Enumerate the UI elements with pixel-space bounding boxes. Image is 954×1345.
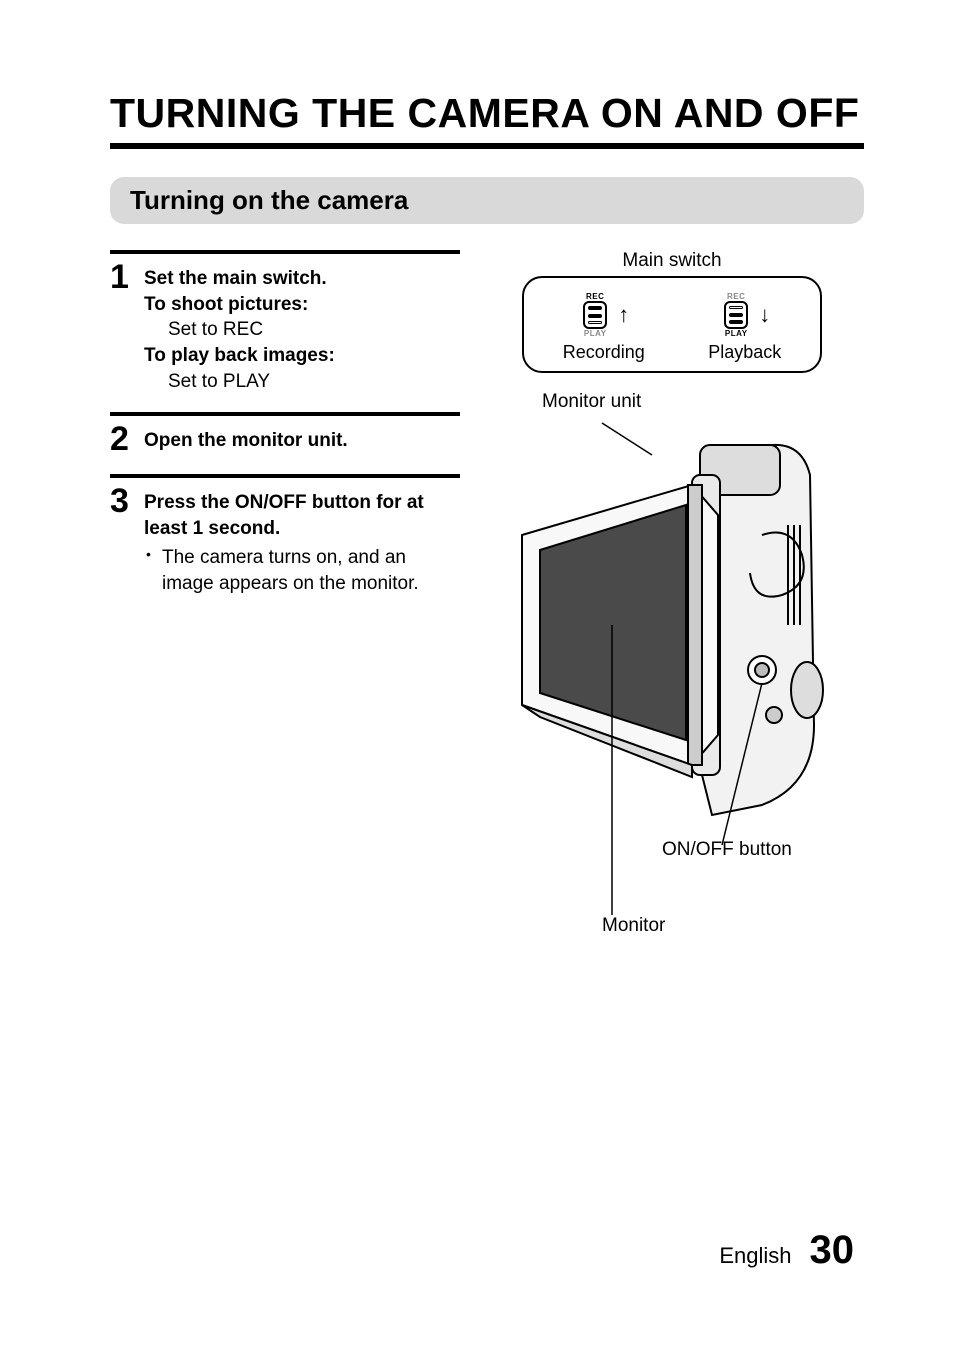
page-title: TURNING THE CAMERA ON AND OFF xyxy=(110,90,864,149)
page-footer: English 30 xyxy=(719,1228,854,1273)
step-3-title: Press the ON/OFF button for at least 1 s… xyxy=(144,490,460,541)
step-number: 1 xyxy=(110,260,134,394)
onoff-button-callout: ON/OFF button xyxy=(662,839,792,861)
step-1-play-label: To play back images: xyxy=(144,343,335,369)
footer-page-number: 30 xyxy=(810,1228,855,1273)
camera-diagram: Monitor unit xyxy=(492,395,852,915)
step-1-shoot-action: Set to REC xyxy=(144,317,335,343)
main-switch-label: Main switch xyxy=(480,250,864,272)
monitor-callout: Monitor xyxy=(602,915,665,937)
switch-playback: REC PLAY ↓ Playback xyxy=(708,292,781,363)
step-1: 1 Set the main switch. To shoot pictures… xyxy=(110,250,460,412)
footer-language: English xyxy=(719,1243,791,1269)
slider-icon xyxy=(583,301,607,329)
playback-caption: Playback xyxy=(708,342,781,363)
step-2-title: Open the monitor unit. xyxy=(144,428,348,454)
rec-label: REC xyxy=(586,292,604,301)
step-number: 2 xyxy=(110,422,134,456)
step-number: 3 xyxy=(110,484,134,597)
step-1-title: Set the main switch. xyxy=(144,266,335,292)
step-3-bullet: The camera turns on, and an image appear… xyxy=(144,545,460,596)
step-1-shoot-label: To shoot pictures: xyxy=(144,292,335,318)
recording-caption: Recording xyxy=(563,342,645,363)
step-1-play-action: Set to PLAY xyxy=(144,369,335,395)
slider-icon xyxy=(724,301,748,329)
play-label: PLAY xyxy=(584,329,607,338)
section-heading: Turning on the camera xyxy=(110,177,864,224)
camera-illustration xyxy=(462,405,862,945)
steps-column: 1 Set the main switch. To shoot pictures… xyxy=(110,250,460,915)
switch-recording: REC PLAY ↑ Recording xyxy=(563,292,645,363)
arrow-down-icon: ↓ xyxy=(759,304,770,326)
step-2: 2 Open the monitor unit. xyxy=(110,412,460,474)
arrow-up-icon: ↑ xyxy=(618,304,629,326)
step-3: 3 Press the ON/OFF button for at least 1… xyxy=(110,474,460,615)
rec-label: REC xyxy=(727,292,745,301)
figure-column: Main switch REC PLAY ↑ xyxy=(480,250,864,915)
play-label: PLAY xyxy=(725,329,748,338)
main-switch-diagram: REC PLAY ↑ Recording xyxy=(522,276,822,373)
